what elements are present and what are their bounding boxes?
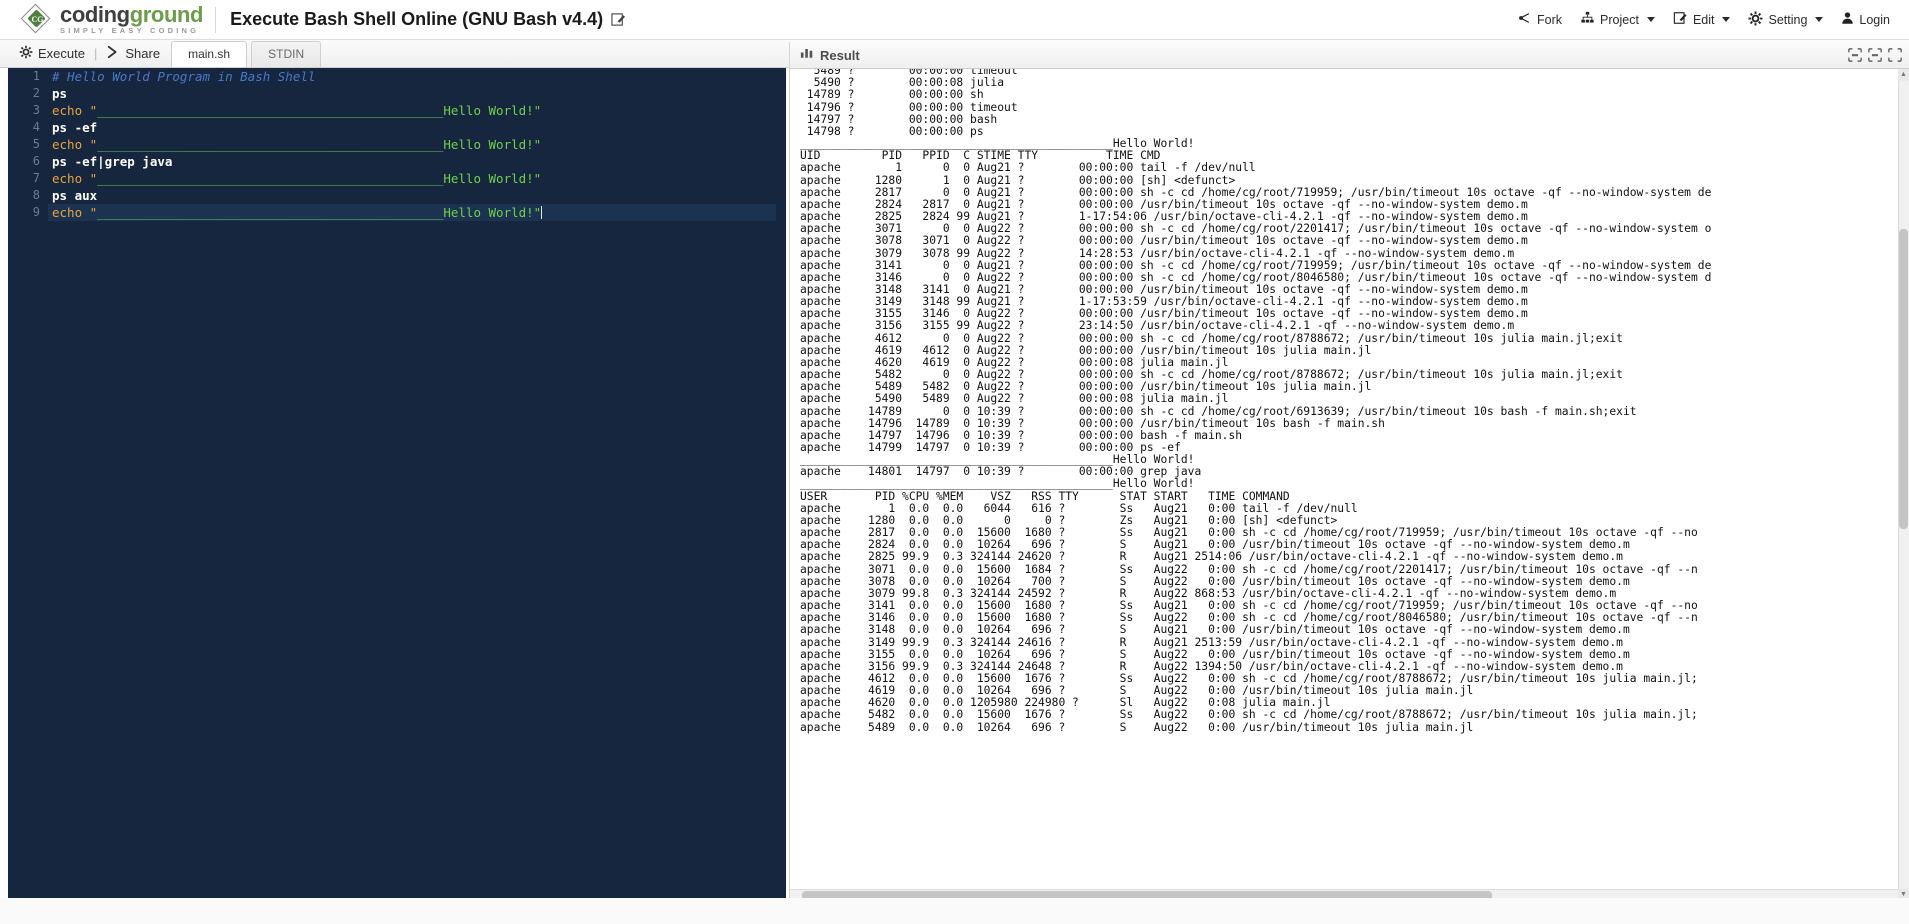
execute-button[interactable]: Execute [12,40,92,67]
code-comment: # Hello World Program in Bash Shell [52,69,315,84]
edit-pencil-icon [1673,11,1688,28]
code-echo-keyword: echo [52,103,90,118]
menu-item-project[interactable]: Project [1571,7,1664,32]
tab-stdin[interactable]: STDIN [251,41,321,67]
gear-icon [1748,11,1763,29]
code-string: Hello World!" [443,205,541,220]
share-arrow-icon [106,45,120,62]
fork-icon [1517,11,1532,28]
minimize-pane-icon[interactable] [1848,48,1862,62]
line-number: 2 [8,85,48,102]
main-split: 1 2 3 4 5 6 7 8 9 # Hello World Program … [0,68,1909,924]
code-echo-keyword: echo [52,205,90,220]
code-string: Hello World!" [443,171,541,186]
terminal-output: 5482 ? 00:00:00 sh 5489 ? 00:00:00 timeo… [800,69,1900,734]
code-command: ps aux [52,188,97,203]
line-number: 4 [8,119,48,136]
line-number: 3 [8,102,48,119]
brand-name-primary: coding [60,2,130,27]
result-window-controls [1848,48,1909,62]
header-divider [215,7,216,33]
execute-label: Execute [38,46,85,61]
gear-icon [19,45,33,62]
share-label: Share [125,46,160,61]
bar-chart-icon [800,46,814,64]
codingground-logo-icon: CG [22,5,52,35]
line-number: 5 [8,136,48,153]
code-underscore-fill: ________________________________________… [97,103,443,118]
code-editor-pane: 1 2 3 4 5 6 7 8 9 # Hello World Program … [0,68,789,924]
line-number-gutter: 1 2 3 4 5 6 7 8 9 [8,68,48,898]
brand-name-secondary: ground [130,2,203,27]
scroll-up-arrow[interactable]: ▲ [1898,69,1909,81]
code-line-9: echo "__________________________________… [48,204,786,221]
code-line-4: ps -ef [48,119,786,136]
edit-pencil-icon[interactable] [611,12,626,27]
menu-label-edit: Edit [1693,13,1715,27]
top-header: CG codingground SIMPLY EASY CODING Execu… [0,0,1909,40]
menu-item-fork[interactable]: Fork [1508,7,1571,32]
line-number: 9 [8,204,48,221]
brand-name: codingground [60,4,203,26]
menu-label-login: Login [1859,13,1890,27]
user-icon [1841,11,1854,28]
line-number: 6 [8,153,48,170]
result-header: Result [790,42,1909,69]
brand-tagline: SIMPLY EASY CODING [60,27,203,35]
code-line-3: echo "__________________________________… [48,102,786,119]
code-echo-keyword: echo [52,137,90,152]
code-lines[interactable]: # Hello World Program in Bash Shell ps e… [48,68,786,898]
result-title: Result [820,48,860,63]
code-line-7: echo "__________________________________… [48,170,786,187]
menu-label-setting: Setting [1768,13,1807,27]
code-string: Hello World!" [443,103,541,118]
menu-item-login[interactable]: Login [1832,7,1899,32]
toolbar-separator: | [92,46,99,61]
code-command: ps -ef|grep java [52,154,172,169]
line-number: 8 [8,187,48,204]
code-line-6: ps -ef|grep java [48,153,786,170]
code-echo-keyword: echo [52,171,90,186]
logo-mark-text: CG [31,13,44,26]
brand-logo[interactable]: CG codingground SIMPLY EASY CODING [0,4,203,35]
chevron-down-icon [1815,17,1823,22]
code-editor[interactable]: 1 2 3 4 5 6 7 8 9 # Hello World Program … [8,68,786,898]
code-line-8: ps aux [48,187,786,204]
code-command: ps [52,86,67,101]
line-number: 7 [8,170,48,187]
page-title-wrap: Execute Bash Shell Online (GNU Bash v4.4… [230,9,626,30]
maximize-pane-icon[interactable] [1888,48,1902,62]
chevron-down-icon [1647,17,1655,22]
code-line-5: echo "__________________________________… [48,136,786,153]
menu-label-fork: Fork [1537,13,1562,27]
code-underscore-fill: ________________________________________… [97,137,443,152]
chevron-down-icon [1722,17,1730,22]
line-number: 1 [8,68,48,85]
code-underscore-fill: ________________________________________… [97,171,443,186]
code-line-1: # Hello World Program in Bash Shell [48,68,786,85]
editor-vertical-scrollbar[interactable] [776,68,786,898]
code-string: Hello World!" [443,137,541,152]
project-tree-icon [1580,11,1595,28]
header-menu: Fork Project Edit Setting [1508,7,1909,33]
menu-label-project: Project [1600,13,1639,27]
page-bottom-strip [0,898,1909,924]
menu-item-setting[interactable]: Setting [1739,7,1832,33]
code-command: ps -ef [52,120,97,135]
text-cursor [541,206,542,219]
result-vscroll-thumb[interactable] [1899,229,1908,529]
code-underscore-fill: ________________________________________… [97,205,443,220]
menu-item-edit[interactable]: Edit [1664,7,1740,32]
result-pane: Result 5482 ? 00:00:00 sh 5489 ? 00:00:0… [789,42,1909,924]
page-title: Execute Bash Shell Online (GNU Bash v4.4… [230,9,603,30]
share-button[interactable]: Share [99,40,167,67]
result-output-body[interactable]: 5482 ? 00:00:00 sh 5489 ? 00:00:00 timeo… [790,69,1909,901]
code-line-2: ps [48,85,786,102]
restore-pane-icon[interactable] [1868,48,1882,62]
result-vertical-scrollbar[interactable]: ▲ ▼ [1898,69,1909,901]
tab-main-sh[interactable]: main.sh [171,41,247,67]
